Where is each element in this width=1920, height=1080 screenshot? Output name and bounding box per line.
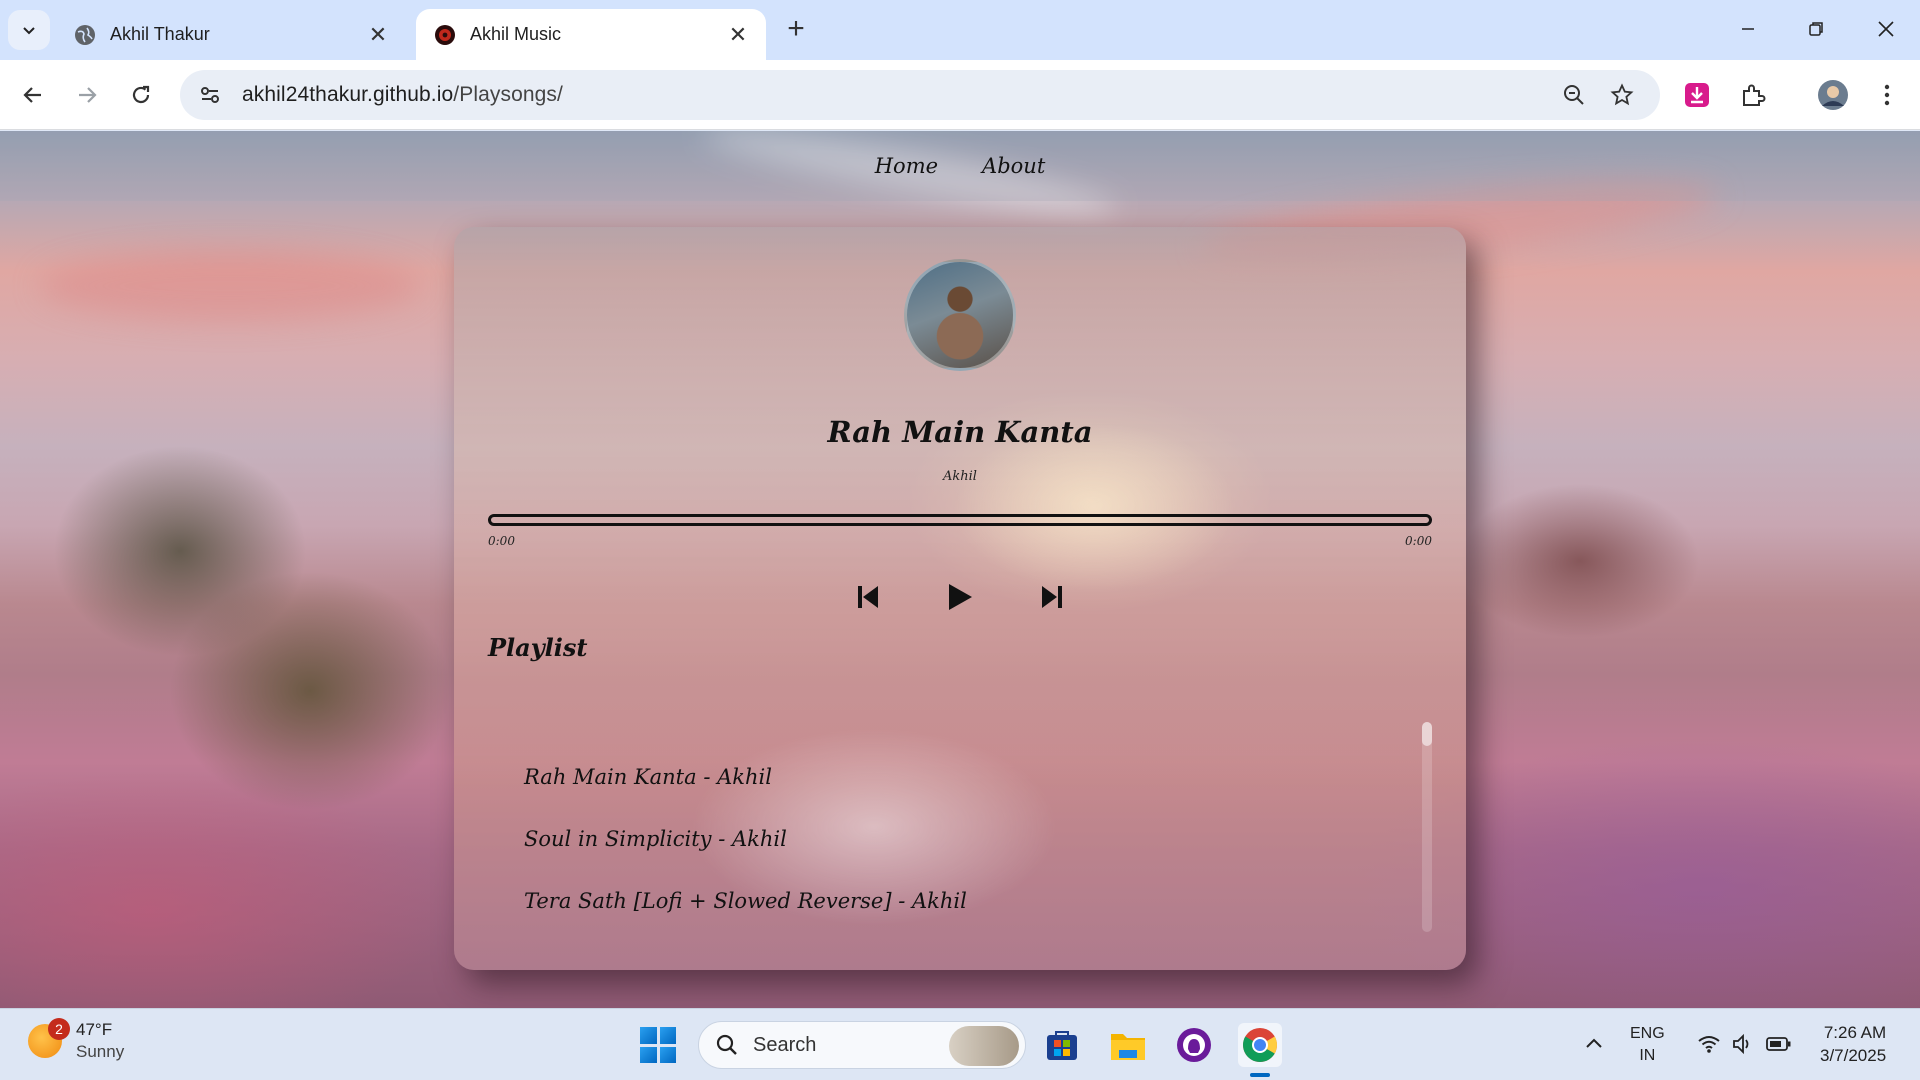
microsoft-store-icon[interactable] bbox=[1040, 1023, 1084, 1067]
progress-bar[interactable] bbox=[488, 514, 1432, 526]
new-tab-button[interactable]: + bbox=[778, 12, 814, 48]
nav-home-link[interactable]: Home bbox=[875, 154, 938, 178]
volume-icon[interactable] bbox=[1730, 1031, 1756, 1057]
search-highlight-image bbox=[949, 1026, 1019, 1066]
clock-date: 3/7/2025 bbox=[1820, 1046, 1887, 1065]
chrome-icon[interactable] bbox=[1238, 1023, 1282, 1067]
music-player-card: Rah Main Kanta Akhil 0:00 0:00 Playlist … bbox=[454, 227, 1466, 970]
file-explorer-icon[interactable] bbox=[1106, 1023, 1150, 1067]
reload-icon bbox=[132, 85, 150, 104]
address-bar[interactable]: akhil24thakur.github.io/Playsongs/ bbox=[180, 70, 1660, 120]
wifi-icon[interactable] bbox=[1696, 1031, 1722, 1057]
restore-icon bbox=[1809, 22, 1823, 36]
system-clock[interactable]: 7:26 AM 3/7/2025 bbox=[1820, 1021, 1886, 1067]
weather-condition: Sunny bbox=[76, 1042, 125, 1061]
browser-tab-bar: Akhil Thakur ✕ Akhil Music ✕ + bbox=[0, 0, 1920, 60]
playlist: Rah Main Kanta - Akhil Soul in Simplicit… bbox=[488, 722, 1432, 967]
language-code: ENG bbox=[1630, 1025, 1665, 1042]
skip-next-icon bbox=[1042, 586, 1062, 608]
url-text: akhil24thakur.github.io/Playsongs/ bbox=[242, 83, 563, 107]
tab-akhil-thakur[interactable]: Akhil Thakur ✕ bbox=[56, 9, 406, 60]
bookmark-star-icon[interactable] bbox=[1606, 79, 1638, 111]
sun-weather-icon: 2 bbox=[28, 1018, 70, 1058]
playlist-item[interactable]: Rah Main Kanta - Akhil bbox=[488, 746, 1432, 808]
region-code: IN bbox=[1639, 1047, 1656, 1064]
globe-icon bbox=[75, 24, 95, 45]
browser-menu-icon[interactable] bbox=[1866, 74, 1908, 116]
clock-time: 7:26 AM bbox=[1823, 1023, 1887, 1042]
close-tab-icon[interactable]: ✕ bbox=[366, 22, 390, 48]
skip-previous-icon bbox=[858, 586, 878, 608]
background-cloud bbox=[40, 251, 420, 321]
site-settings-icon[interactable] bbox=[194, 79, 226, 111]
github-desktop-icon[interactable] bbox=[1172, 1023, 1216, 1067]
album-cover-image bbox=[904, 259, 1016, 371]
battery-icon[interactable] bbox=[1766, 1031, 1792, 1057]
search-icon bbox=[713, 1031, 741, 1059]
tab-akhil-music[interactable]: Akhil Music ✕ bbox=[416, 9, 766, 60]
close-tab-icon[interactable]: ✕ bbox=[726, 22, 750, 48]
reload-button[interactable] bbox=[120, 74, 162, 116]
tab-title: Akhil Thakur bbox=[110, 24, 210, 44]
minimize-icon bbox=[1742, 28, 1754, 30]
forward-button[interactable] bbox=[66, 74, 108, 116]
scrollbar-thumb[interactable] bbox=[1422, 722, 1432, 746]
current-time: 0:00 bbox=[488, 534, 515, 548]
input-language[interactable]: ENG IN bbox=[1630, 1023, 1665, 1067]
weather-widget[interactable]: 2 47°F Sunny bbox=[28, 1018, 125, 1063]
close-window-button[interactable] bbox=[1856, 6, 1916, 52]
profile-avatar[interactable] bbox=[1812, 74, 1854, 116]
download-extension-icon[interactable] bbox=[1676, 74, 1718, 116]
previous-button[interactable] bbox=[853, 582, 883, 612]
playback-controls bbox=[454, 582, 1466, 612]
minimize-button[interactable] bbox=[1718, 6, 1778, 52]
notification-badge: 2 bbox=[48, 1018, 70, 1040]
nav-about-link[interactable]: About bbox=[982, 154, 1045, 178]
back-button[interactable] bbox=[12, 74, 54, 116]
url-host: akhil24thakur.github.io bbox=[242, 83, 454, 106]
start-button-windows-icon[interactable] bbox=[640, 1027, 676, 1063]
active-app-indicator bbox=[1250, 1073, 1270, 1077]
playlist-scrollbar[interactable] bbox=[1422, 722, 1432, 932]
site-navigation: Home About bbox=[0, 131, 1920, 201]
tab-search-button[interactable] bbox=[8, 10, 50, 50]
play-icon bbox=[949, 584, 972, 610]
zoom-icon[interactable] bbox=[1558, 79, 1590, 111]
extensions-icon[interactable] bbox=[1732, 74, 1774, 116]
song-artist: Akhil bbox=[943, 469, 977, 484]
play-button[interactable] bbox=[945, 582, 975, 612]
music-site-favicon-icon bbox=[435, 24, 455, 45]
close-icon bbox=[1878, 21, 1894, 37]
song-title: Rah Main Kanta bbox=[827, 415, 1093, 449]
show-hidden-icons-chevron-up-icon[interactable] bbox=[1582, 1031, 1606, 1055]
windows-taskbar: 2 47°F Sunny Search ENG IN 7:26 AM 3/7/2… bbox=[0, 1008, 1920, 1080]
page-content: Home About Rah Main Kanta Akhil 0:00 0:0… bbox=[0, 131, 1920, 1008]
forward-arrow-icon bbox=[79, 87, 97, 103]
weather-temperature: 47°F bbox=[76, 1020, 113, 1039]
chevron-down-icon bbox=[23, 27, 35, 35]
playlist-heading: Playlist bbox=[488, 633, 588, 662]
back-arrow-icon bbox=[23, 87, 41, 103]
search-label: Search bbox=[753, 1033, 817, 1056]
browser-toolbar: akhil24thakur.github.io/Playsongs/ bbox=[0, 60, 1920, 130]
playlist-item[interactable]: Soul in Simplicity - Akhil bbox=[488, 808, 1432, 870]
restore-button[interactable] bbox=[1786, 6, 1846, 52]
playlist-item[interactable]: Tera Sath [Lofi + Slowed Reverse] - Akhi… bbox=[488, 870, 1432, 932]
url-path: /Playsongs/ bbox=[453, 83, 563, 106]
tab-title: Akhil Music bbox=[470, 24, 562, 44]
total-time: 0:00 bbox=[1405, 534, 1432, 548]
next-button[interactable] bbox=[1037, 582, 1067, 612]
taskbar-search[interactable]: Search bbox=[698, 1021, 1026, 1069]
